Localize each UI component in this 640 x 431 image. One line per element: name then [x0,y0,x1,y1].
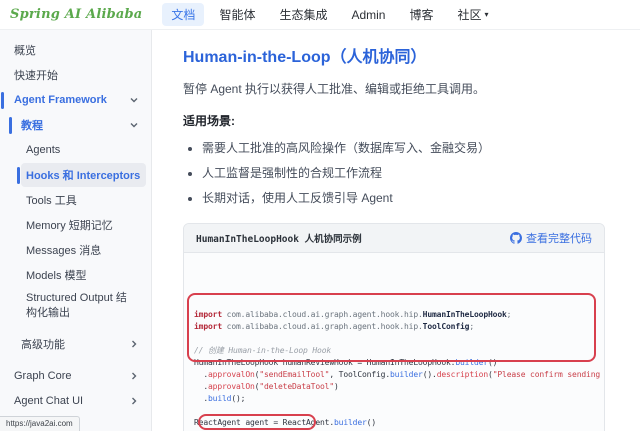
nav-item-label: 智能体 [219,6,255,23]
active-section-bar [9,117,12,134]
main-content: Human-in-the-Loop（人机协同） 暂停 Agent 执行以获得人工… [152,30,640,431]
sidebar-item-label: Graph Core [14,370,71,382]
sidebar-item-memory[interactable]: Memory 短期记忆 [0,213,151,237]
sidebar-item-tutorials[interactable]: 教程 [0,113,151,137]
sidebar-item-label: Agent Chat UI [14,395,83,407]
sidebar-item-label: Hooks 和 Interceptors [26,167,140,183]
nav-item-agents[interactable]: 智能体 [210,3,264,26]
intro-text: 暂停 Agent 执行以获得人工批准、编辑或拒绝工具调用。 [183,80,628,97]
list-item: 需要人工批准的高风险操作（数据库写入、金融交易） [202,139,628,156]
nav-item-label: 社区 [458,6,482,23]
sidebar-item-tools[interactable]: Tools 工具 [0,188,151,212]
code-block: import com.alibaba.cloud.ai.graph.agent.… [184,253,604,431]
brand-logo: Spring AI Alibaba [10,7,142,22]
sidebar-item-advanced[interactable]: 高级功能 [0,332,151,356]
code-card-header: HumanInTheLoopHook 人机协同示例 查看完整代码 [184,224,604,253]
link-preview-tooltip: https://java2ai.com [0,416,80,431]
sidebar-item-agent-chat-ui[interactable]: Agent Chat UI [0,389,151,413]
nav-item-admin[interactable]: Admin [342,5,394,25]
nav-item-community[interactable]: 社区 ▾ [449,3,498,26]
sidebar-item-label: Structured Output 结构化输出 [26,291,135,321]
page-title: Human-in-the-Loop（人机协同） [183,43,628,67]
view-full-code-link[interactable]: 查看完整代码 [510,230,592,246]
nav-item-blog[interactable]: 博客 [400,3,442,26]
active-section-bar [1,92,4,109]
sidebar-item-label: 快速开始 [14,67,58,83]
scenarios-label: 适用场景: [183,112,628,129]
dropdown-caret-icon: ▾ [485,11,489,19]
sidebar-item-label: 教程 [21,117,43,133]
sidebar-item-label: Models 模型 [26,267,87,283]
sidebar-item-label: Tools 工具 [26,192,77,208]
sidebar-item-label: Agent Framework [14,94,107,106]
top-nav: 文档 智能体 生态集成 Admin 博客 社区 ▾ [162,3,497,26]
nav-item-label: 生态集成 [279,6,327,23]
sidebar-item-hooks-interceptors[interactable]: Hooks 和 Interceptors [0,163,151,187]
sidebar-item-graph-core[interactable]: Graph Core [0,364,151,388]
chevron-right-icon [129,371,139,381]
chevron-down-icon [129,95,139,105]
sidebar-item-label: 概览 [14,42,36,58]
chevron-down-icon [129,120,139,130]
chevron-right-icon [129,396,139,406]
scenario-list: 需要人工批准的高风险操作（数据库写入、金融交易） 人工监督是强制性的合规工作流程… [183,139,628,206]
nav-item-label: Admin [351,8,385,22]
nav-item-ecosystem[interactable]: 生态集成 [270,3,336,26]
sidebar-item-agent-framework[interactable]: Agent Framework [0,88,151,112]
sidebar-item-overview[interactable]: 概览 [0,38,151,62]
nav-item-docs[interactable]: 文档 [162,3,204,26]
view-full-code-label: 查看完整代码 [526,230,592,246]
sidebar-item-structured-output[interactable]: Structured Output 结构化输出 [0,288,151,324]
sidebar-item-models[interactable]: Models 模型 [0,263,151,287]
github-icon [510,232,522,244]
sidebar-item-messages[interactable]: Messages 消息 [0,238,151,262]
code-example-card: HumanInTheLoopHook 人机协同示例 查看完整代码 import … [183,223,605,431]
active-item-bar [17,167,20,184]
sidebar-item-quickstart[interactable]: 快速开始 [0,63,151,87]
sidebar-item-label: 高级功能 [21,336,65,352]
list-item: 长期对话，使用人工反馈引导 Agent [202,189,628,206]
sidebar-item-label: Messages 消息 [26,242,101,258]
nav-item-label: 文档 [171,6,195,23]
code-card-title: HumanInTheLoopHook 人机协同示例 [196,231,362,245]
topbar: Spring AI Alibaba 文档 智能体 生态集成 Admin 博客 社… [0,0,640,30]
sidebar-item-label: Memory 短期记忆 [26,217,113,233]
sidebar: 概览 快速开始 Agent Framework 教程 Agents Hooks … [0,30,152,431]
sidebar-item-agents[interactable]: Agents [0,138,151,162]
nav-item-label: 博客 [409,6,433,23]
chevron-right-icon [129,339,139,349]
list-item: 人工监督是强制性的合规工作流程 [202,164,628,181]
sidebar-item-label: Agents [26,144,60,156]
